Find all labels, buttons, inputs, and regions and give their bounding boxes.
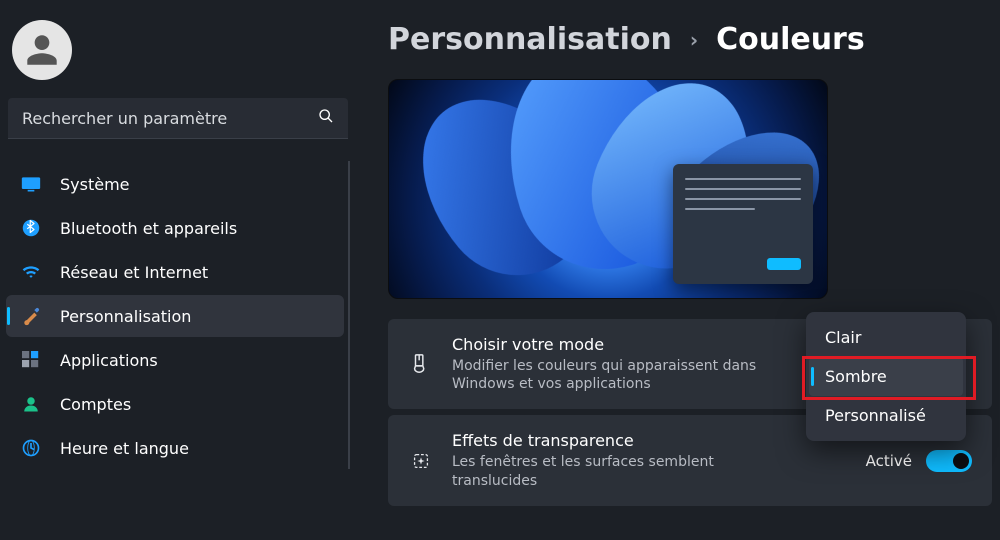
setting-subtitle: Les fenêtres et les surfaces semblent tr… (452, 453, 782, 489)
preview-window-mock (673, 164, 813, 284)
account-icon (20, 393, 42, 415)
transparency-toggle[interactable] (926, 450, 972, 472)
nav-label: Système (60, 175, 130, 194)
toggle-state-label: Activé (866, 452, 912, 470)
nav-label: Bluetooth et appareils (60, 219, 237, 238)
sidebar-item-time-language[interactable]: Heure et langue (6, 427, 344, 469)
search-box[interactable] (8, 98, 348, 139)
color-preview (388, 79, 828, 299)
setting-title: Effets de transparence (452, 431, 782, 450)
nav-label: Applications (60, 351, 158, 370)
person-icon (24, 32, 60, 68)
nav-label: Personnalisation (60, 307, 191, 326)
user-profile[interactable] (6, 14, 350, 98)
sidebar-item-personalization[interactable]: Personnalisation (6, 295, 344, 337)
preview-accent-button (767, 258, 801, 270)
bluetooth-icon (20, 217, 42, 239)
avatar (12, 20, 72, 80)
breadcrumb: Personnalisation › Couleurs (388, 22, 992, 57)
page-title: Couleurs (716, 22, 865, 57)
apps-icon (20, 349, 42, 371)
clock-globe-icon (20, 437, 42, 459)
setting-subtitle: Modifier les couleurs qui apparaissent d… (452, 357, 782, 393)
wifi-icon (20, 261, 42, 283)
nav-label: Comptes (60, 395, 131, 414)
mode-option-light[interactable]: Clair (809, 318, 963, 357)
setting-title: Choisir votre mode (452, 335, 782, 354)
breadcrumb-parent[interactable]: Personnalisation (388, 22, 672, 57)
sidebar-item-network[interactable]: Réseau et Internet (6, 251, 344, 293)
sidebar-item-system[interactable]: Système (6, 163, 344, 205)
mode-option-custom[interactable]: Personnalisé (809, 396, 963, 435)
monitor-icon (20, 173, 42, 195)
sparkle-icon (408, 450, 434, 472)
sidebar: Système Bluetooth et appareils Réseau et… (0, 0, 356, 540)
nav-label: Réseau et Internet (60, 263, 208, 282)
search-icon (318, 108, 334, 128)
mode-option-dark[interactable]: Sombre (809, 357, 963, 396)
sidebar-item-apps[interactable]: Applications (6, 339, 344, 381)
brush-icon (408, 353, 434, 375)
mode-dropdown: Clair Sombre Personnalisé (806, 312, 966, 441)
nav-list: Système Bluetooth et appareils Réseau et… (6, 161, 350, 469)
sidebar-item-accounts[interactable]: Comptes (6, 383, 344, 425)
nav-label: Heure et langue (60, 439, 189, 458)
search-input[interactable] (22, 109, 287, 128)
main-content: Personnalisation › Couleurs Choisir votr… (356, 0, 1000, 540)
chevron-right-icon: › (690, 28, 698, 52)
sidebar-item-bluetooth[interactable]: Bluetooth et appareils (6, 207, 344, 249)
paintbrush-icon (20, 305, 42, 327)
